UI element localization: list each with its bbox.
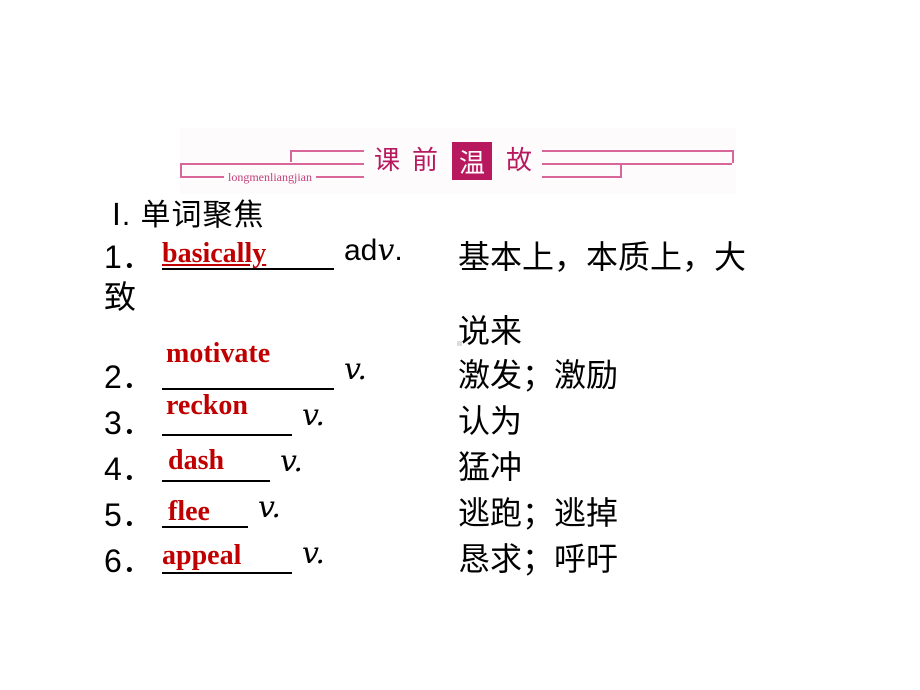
banner-title-char: 课 — [374, 146, 401, 176]
meaning-text: 说来 — [458, 312, 523, 350]
banner-title-char: 前 — [412, 146, 439, 176]
part-of-speech: adv. — [344, 233, 403, 268]
part-of-speech: v. — [302, 536, 325, 571]
meaning-text: 认为 — [458, 402, 523, 440]
part-of-speech: v. — [302, 398, 325, 433]
vocab-item: 5． — [104, 490, 160, 536]
section-title: Ⅰ. 单词聚焦 — [112, 199, 265, 232]
answer-blank — [162, 352, 334, 390]
item-number: 6． — [104, 543, 154, 579]
meaning-text: 逃跑；逃掉 — [458, 494, 619, 532]
section-banner: longmenliangjian 课 前 温 故 — [180, 128, 736, 194]
item-number: 3． — [104, 405, 154, 441]
banner-title-highlight: 温 — [452, 142, 493, 180]
part-of-speech: v. — [280, 444, 303, 479]
part-of-speech: v. — [258, 490, 281, 525]
meaning-text: 基本上，本质上，大 — [458, 238, 747, 276]
meaning-text: 恳求；呼吁 — [458, 540, 619, 578]
vocab-item: 4． — [104, 444, 160, 490]
vocab-item: 2． — [104, 352, 160, 398]
meaning-text: 猛冲 — [458, 448, 523, 486]
answer-blank — [162, 398, 292, 436]
meaning-text: 激发；激励 — [458, 356, 619, 394]
answer-blank — [162, 490, 248, 528]
part-of-speech: v. — [344, 352, 367, 387]
item-number: 5． — [104, 497, 154, 533]
banner-line — [290, 150, 292, 162]
item-number: 4． — [104, 451, 154, 487]
banner-line — [620, 163, 622, 176]
meaning-wrap: 致 — [104, 278, 137, 316]
banner-title: 课 前 温 故 — [364, 142, 543, 180]
answer-blank — [162, 536, 292, 574]
answer-blank — [162, 444, 270, 482]
item-number: 2． — [104, 359, 154, 395]
banner-title-char: 故 — [506, 146, 533, 176]
banner-line — [732, 150, 734, 163]
answer-text: basically — [162, 238, 267, 269]
banner-subtitle: longmenliangjian — [224, 170, 316, 185]
banner-line — [180, 163, 182, 176]
vocab-item: 3． — [104, 398, 160, 444]
vocab-item: 6． — [104, 536, 160, 582]
placeholder-mark — [457, 341, 462, 346]
